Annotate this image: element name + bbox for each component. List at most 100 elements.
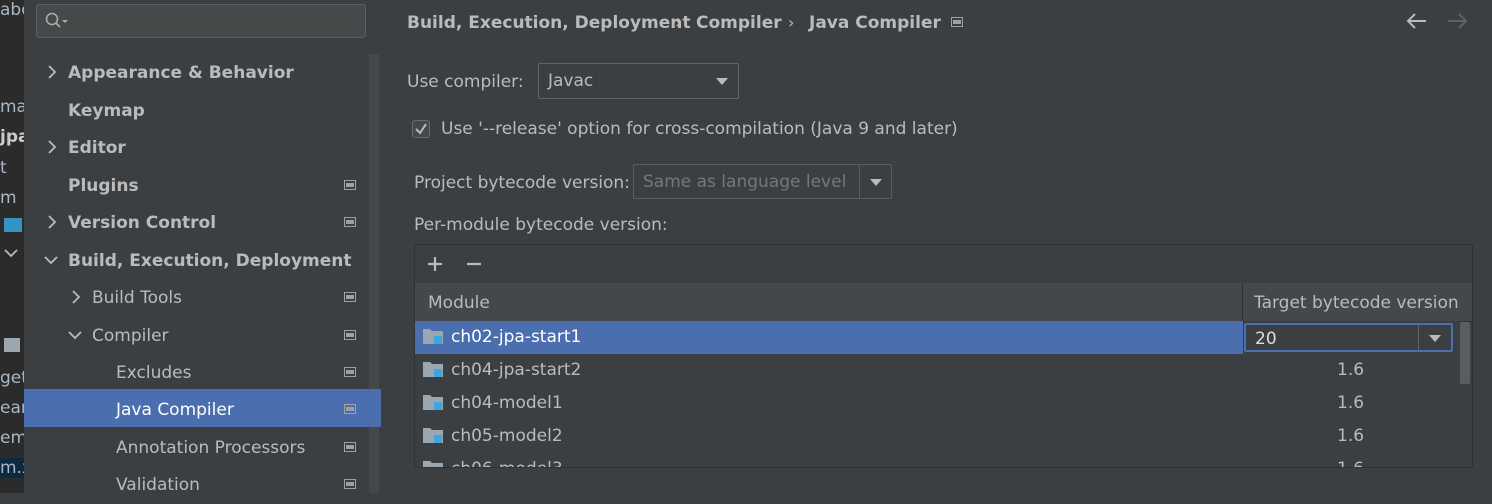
- tree-item-appearance-behavior[interactable]: Appearance & Behavior: [24, 54, 370, 92]
- chevron-down-icon: [44, 256, 58, 265]
- project-settings-icon: [344, 404, 356, 414]
- table-row[interactable]: ch04-model1 1.6: [415, 387, 1457, 420]
- tree-item-build-tools[interactable]: Build Tools: [24, 279, 370, 317]
- tree-item-label: Java Compiler: [116, 400, 234, 420]
- module-name: ch02-jpa-start1: [451, 327, 582, 347]
- column-header-target-version[interactable]: Target bytecode version: [1254, 293, 1459, 313]
- project-bytecode-placeholder: Same as language level: [643, 172, 847, 192]
- target-version: 1.6: [1337, 459, 1364, 467]
- tree-item-label: Build Tools: [92, 288, 182, 308]
- release-option-label: Use '--release' option for cross-compila…: [441, 119, 958, 139]
- file-icon: [4, 338, 20, 352]
- tree-item-version-control[interactable]: Version Control: [24, 204, 370, 242]
- project-settings-icon: [344, 367, 356, 377]
- project-settings-icon: [344, 180, 356, 190]
- combo-divider: [859, 165, 860, 198]
- target-version: 1.6: [1337, 360, 1365, 380]
- tree-item-validation[interactable]: Validation: [24, 466, 370, 504]
- dropdown-arrow-icon: [1429, 335, 1441, 342]
- module-name: ch06-model3: [451, 459, 563, 467]
- table-scrollbar[interactable]: [1460, 322, 1470, 384]
- strip-fragment: t: [0, 158, 7, 178]
- project-settings-icon: [344, 442, 356, 452]
- strip-fragment: ean.: [0, 398, 24, 418]
- column-divider: [1242, 283, 1243, 321]
- per-module-label: Per-module bytecode version:: [414, 215, 668, 235]
- per-module-table: Module Target bytecode version ch02-jpa-…: [414, 244, 1473, 468]
- project-settings-icon: [951, 17, 963, 27]
- table-row[interactable]: ch05-model2 1.6: [415, 420, 1457, 453]
- module-folder-icon: [423, 329, 443, 344]
- tree-item-compiler[interactable]: Compiler: [24, 317, 370, 355]
- tree-item-label: Annotation Processors: [116, 438, 306, 458]
- tree-item-label: Compiler: [92, 326, 169, 346]
- chevron-right-icon: [72, 290, 81, 304]
- tree-item-plugins[interactable]: Plugins: [24, 167, 370, 205]
- chevron-down-icon: [68, 331, 82, 340]
- chevron-down-icon: [4, 249, 18, 258]
- breadcrumb-separator: ›: [675, 13, 682, 32]
- tree-item-label: Editor: [68, 138, 126, 158]
- editor-strip: abo ma jpa t m get ean. emb m.x: [0, 0, 24, 493]
- tree-item-excludes[interactable]: Excludes: [24, 354, 370, 392]
- version-editor-cell: 20: [1244, 321, 1457, 354]
- module-name: ch04-model1: [451, 393, 563, 413]
- tree-item-label: Excludes: [116, 363, 192, 383]
- breadcrumb: Build, Execution, Deployment › Compiler …: [0, 0, 1492, 50]
- tree-item-label: Appearance & Behavior: [68, 63, 294, 83]
- use-compiler-value: Javac: [548, 71, 594, 91]
- target-version-combo[interactable]: 20: [1244, 323, 1453, 352]
- table-row[interactable]: ch04-jpa-start2 1.6: [415, 354, 1457, 387]
- target-version-value: 20: [1255, 329, 1277, 349]
- chevron-right-icon: [48, 140, 57, 154]
- project-bytecode-combo[interactable]: Same as language level: [633, 164, 892, 199]
- tree-scrollbar[interactable]: [369, 54, 379, 493]
- back-arrow-icon[interactable]: [1406, 12, 1428, 30]
- strip-fragment: emb: [0, 428, 24, 448]
- target-version: 1.6: [1337, 426, 1365, 446]
- tree-item-label: Keymap: [68, 101, 145, 121]
- tree-item-java-compiler[interactable]: Java Compiler: [24, 389, 381, 427]
- breadcrumb-separator: ›: [788, 13, 795, 32]
- project-settings-icon: [344, 330, 356, 340]
- remove-icon[interactable]: [466, 256, 482, 272]
- chevron-right-icon: [48, 65, 57, 79]
- strip-fragment: get: [0, 368, 24, 388]
- tree-item-label: Version Control: [68, 213, 217, 233]
- project-bytecode-label: Project bytecode version:: [414, 173, 630, 193]
- project-settings-icon: [344, 479, 356, 489]
- dropdown-arrow-icon: [870, 179, 882, 186]
- tree-item-label: Build, Execution, Deployment: [68, 251, 352, 271]
- breadcrumb-item: Build, Execution, Deployment: [407, 13, 691, 33]
- dropdown-arrow-icon: [716, 78, 728, 85]
- tree-item-label: Plugins: [68, 176, 139, 196]
- tree-item-label: Validation: [116, 475, 200, 495]
- table-toolbar: [415, 245, 1472, 284]
- tree-item-build-execution-deployment[interactable]: Build, Execution, Deployment: [24, 242, 370, 280]
- table-row[interactable]: ch02-jpa-start1: [415, 321, 1243, 354]
- table-row[interactable]: ch06-model3 1.6: [415, 453, 1457, 467]
- strip-fragment: jpa: [0, 127, 24, 147]
- forward-arrow-icon[interactable]: [1446, 12, 1468, 30]
- add-icon[interactable]: [427, 256, 443, 272]
- module-name: ch04-jpa-start2: [451, 360, 582, 380]
- tree-item-keymap[interactable]: Keymap: [24, 92, 370, 130]
- tree-item-editor[interactable]: Editor: [24, 129, 370, 167]
- target-version: 1.6: [1337, 393, 1365, 413]
- column-header-module[interactable]: Module: [428, 293, 490, 313]
- module-folder-icon: [423, 428, 443, 443]
- breadcrumb-item: Compiler: [696, 13, 782, 33]
- release-option-checkbox[interactable]: [412, 120, 430, 138]
- checkmark-icon: [415, 123, 427, 135]
- use-compiler-select[interactable]: Javac: [538, 63, 739, 99]
- chevron-right-icon: [48, 215, 57, 229]
- strip-fragment: m.x: [0, 458, 24, 478]
- module-folder-icon: [423, 362, 443, 377]
- project-settings-icon: [344, 292, 356, 302]
- table-header: Module Target bytecode version: [415, 283, 1472, 322]
- strip-fragment: m: [0, 188, 17, 208]
- use-compiler-label: Use compiler:: [407, 72, 524, 92]
- module-folder-icon: [423, 461, 443, 467]
- tree-item-annotation-processors[interactable]: Annotation Processors: [24, 429, 370, 467]
- project-settings-icon: [344, 217, 356, 227]
